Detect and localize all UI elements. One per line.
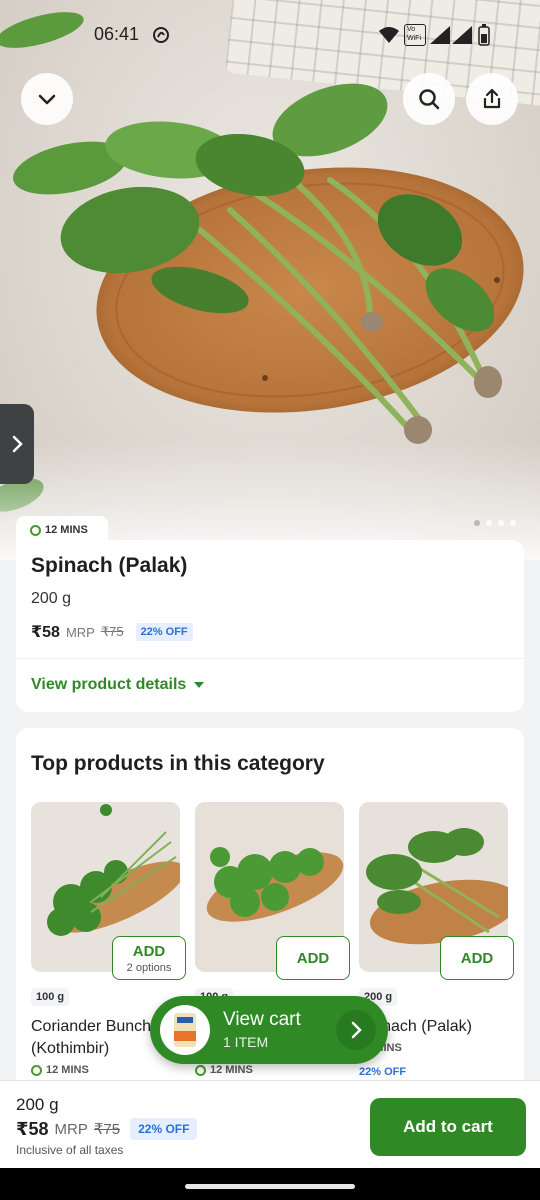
product-info-card: Spinach (Palak) 200 g ₹58 MRP ₹75 22% OF…	[16, 540, 524, 712]
wifi-label: WiFi	[407, 35, 421, 42]
section-title: Top products in this category	[31, 752, 325, 775]
share-icon	[483, 88, 501, 109]
bottom-mrp-value: ₹75	[93, 1121, 121, 1138]
tile-delivery-time: 12 MINS	[31, 1064, 89, 1076]
collapse-button[interactable]	[21, 73, 73, 125]
details-link-label: View product details	[31, 676, 187, 693]
search-button[interactable]	[403, 73, 455, 125]
discount-badge: 22% OFF	[135, 623, 193, 641]
chevron-right-icon	[12, 435, 23, 453]
product-title: Spinach (Palak)	[31, 554, 188, 577]
volte-label: Vo	[407, 26, 416, 33]
product-image-carousel[interactable]: 06:41 Vo WiFi	[0, 0, 540, 560]
battery-icon	[478, 24, 490, 46]
system-nav-bar	[0, 1168, 540, 1200]
clock-icon	[195, 1064, 206, 1076]
tile-delivery-text: 12 MINS	[210, 1064, 253, 1076]
carousel-dot[interactable]	[486, 520, 492, 526]
add-button[interactable]: ADD	[276, 936, 350, 980]
bottom-discount-badge: 22% OFF	[130, 1118, 198, 1140]
cart-item-count: 1 ITEM	[223, 1034, 269, 1050]
divider	[16, 658, 524, 659]
delivery-time-text: 12 MINS	[45, 524, 88, 536]
bottom-weight: 200 g	[16, 1095, 59, 1114]
view-product-details-link[interactable]: View product details	[31, 676, 205, 694]
top-products-section: Top products in this category ADD 2 opti…	[16, 728, 524, 1128]
sync-icon	[153, 27, 169, 43]
share-button[interactable]	[466, 73, 518, 125]
cart-item-thumbnail	[160, 1005, 210, 1055]
caret-down-icon	[194, 682, 205, 688]
view-cart-label: View cart	[223, 1009, 301, 1030]
search-icon	[419, 89, 440, 110]
product-price: ₹58	[31, 624, 60, 641]
add-button[interactable]: ADD	[440, 936, 514, 980]
wifi-icon	[379, 27, 399, 43]
status-bar: 06:41 Vo WiFi	[0, 14, 540, 54]
side-panel-tab[interactable]	[0, 404, 34, 484]
add-to-cart-button[interactable]: Add to cart	[370, 1098, 526, 1156]
spinach-hero-image	[0, 12, 540, 560]
product-weight: 200 g	[31, 590, 72, 607]
home-indicator[interactable]	[185, 1184, 355, 1189]
tile-delivery-text: 12 MINS	[46, 1064, 89, 1076]
options-label: 2 options	[126, 961, 172, 974]
carousel-indicator	[474, 520, 516, 526]
carousel-dot[interactable]	[498, 520, 504, 526]
clock-icon	[31, 1064, 42, 1076]
bottom-purchase-bar: 200 g ₹58 MRP ₹75 22% OFF Inclusive of a…	[0, 1080, 540, 1168]
signal-icon	[430, 26, 450, 44]
mrp-value: ₹75	[100, 624, 124, 639]
add-label: ADD	[460, 949, 494, 967]
price-row: ₹58 MRP ₹75 22% OFF	[31, 622, 193, 642]
carousel-dot[interactable]	[474, 520, 480, 526]
status-time: 06:41	[94, 24, 140, 44]
product-tile[interactable]: ADD 200 g Spinach (Palak) 12 MINS 22% OF…	[359, 802, 514, 1078]
tax-note: Inclusive of all taxes	[16, 1143, 124, 1157]
view-cart-button[interactable]: View cart 1 ITEM	[150, 996, 388, 1064]
product-tile[interactable]: ADD 2 options 100 g Coriander Bunch (Kot…	[31, 802, 186, 1076]
add-label: ADD	[296, 949, 330, 967]
cart-arrow	[336, 1010, 376, 1050]
add-button[interactable]: ADD 2 options	[112, 936, 186, 980]
chevron-down-icon	[38, 94, 56, 105]
weight-tag: 100 g	[31, 988, 70, 1006]
clock-icon	[30, 524, 41, 536]
chevron-right-icon	[351, 1021, 362, 1039]
tile-discount: 22% OFF	[359, 1066, 407, 1078]
mrp-label: MRP	[65, 624, 95, 640]
bottom-price-row: ₹58 MRP ₹75 22% OFF	[16, 1118, 198, 1140]
tile-delivery-time: 12 MINS	[195, 1064, 253, 1076]
signal-icon-2	[452, 26, 472, 44]
product-pack-icon	[174, 1013, 196, 1047]
product-tile[interactable]: ADD 100 g 12 MINS	[195, 802, 350, 1076]
carousel-dot[interactable]	[510, 520, 516, 526]
bottom-mrp-label: MRP	[54, 1120, 88, 1138]
bottom-price: ₹58	[16, 1118, 49, 1139]
add-label: ADD	[132, 942, 166, 960]
volte-wifi-icon: Vo WiFi	[404, 24, 426, 46]
